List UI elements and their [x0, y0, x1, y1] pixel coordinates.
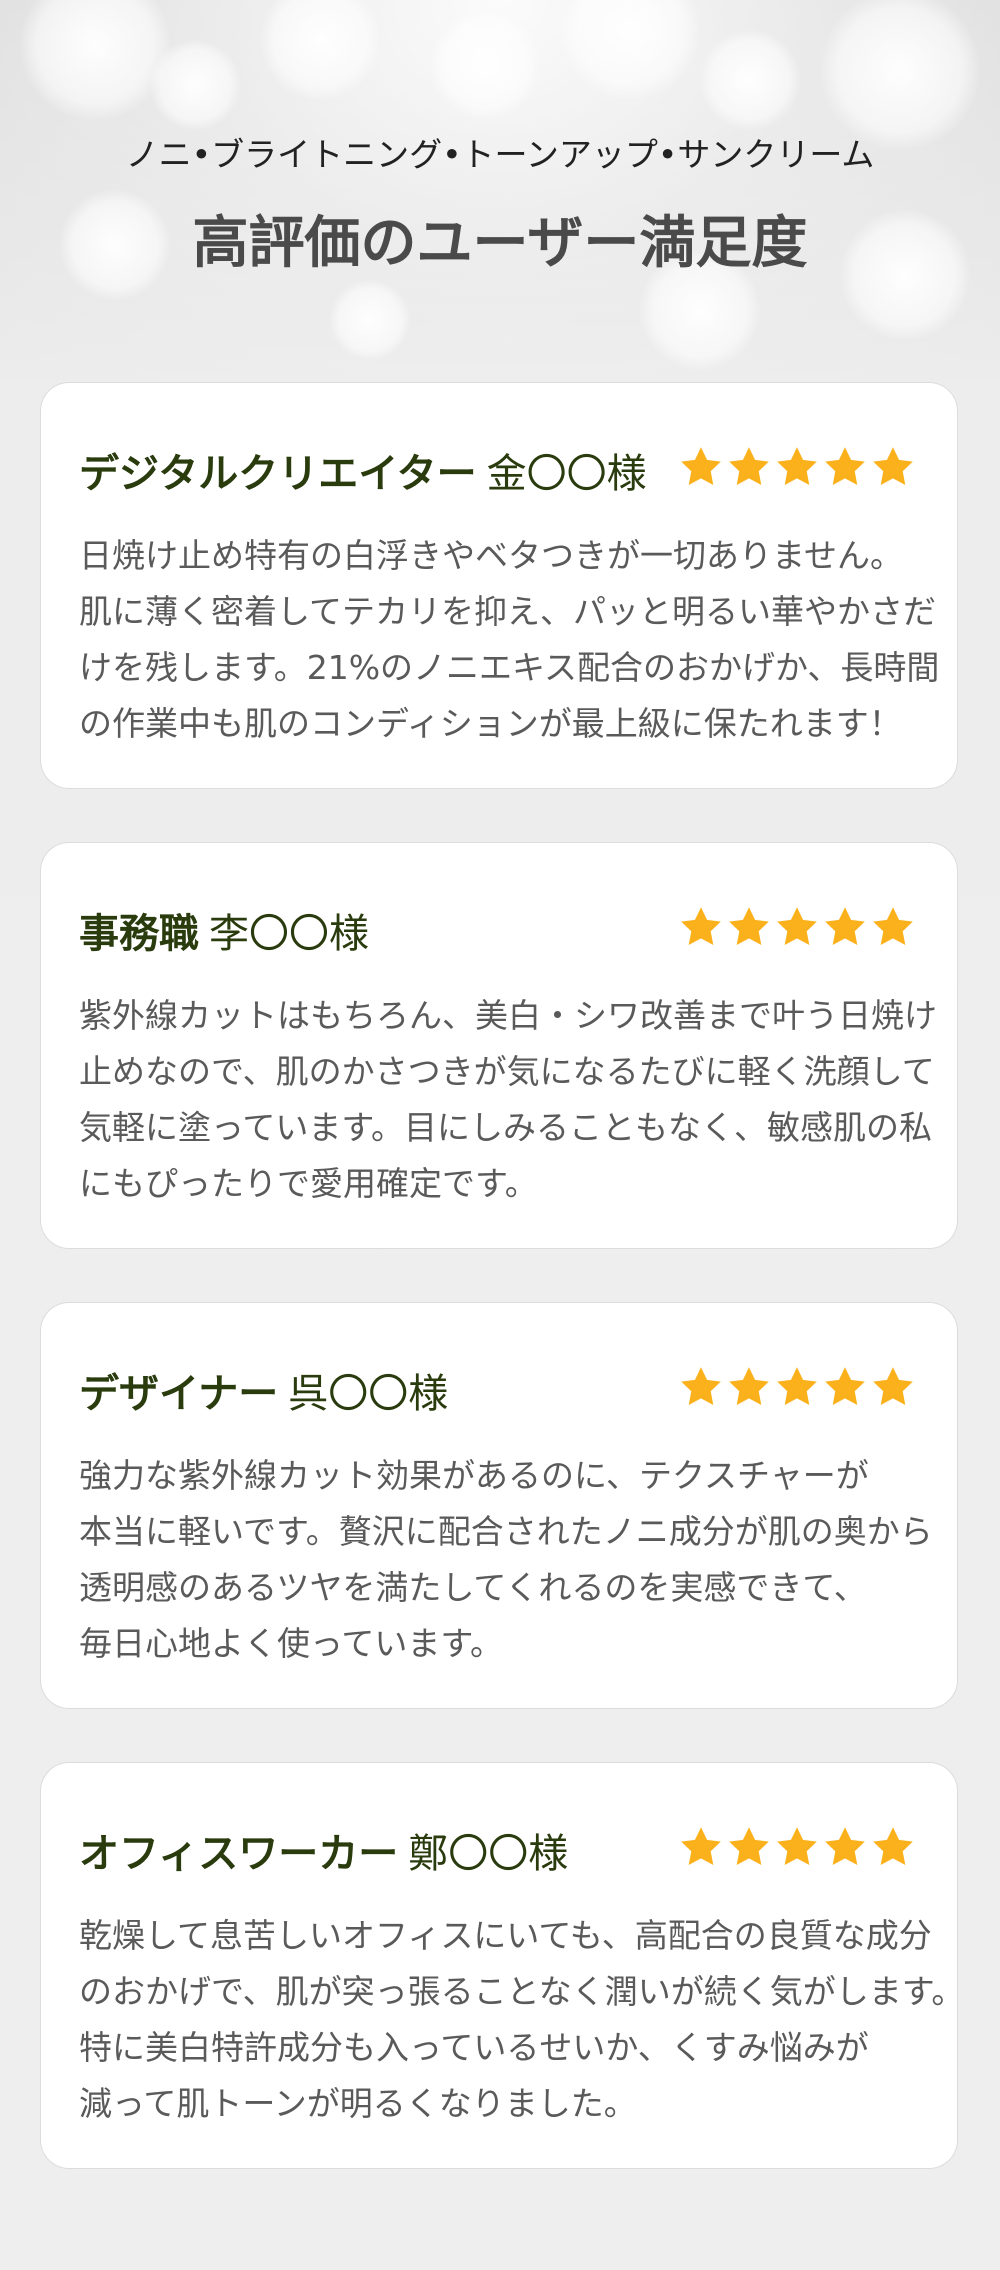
hero-banner: ノニ•ブライトニング•トーンアップ•サンクリーム 高評価のユーザー満足度	[0, 0, 1000, 380]
review-line: 透明感のあるツヤを満たしてくれるのを実感できて、	[79, 1568, 867, 1607]
bokeh-light	[260, 0, 380, 100]
star-icon	[825, 447, 865, 485]
review-line: 毎日心地よく使っています。	[79, 1624, 504, 1663]
star-icon	[825, 1367, 865, 1405]
star-icon	[777, 907, 817, 945]
reviewer-role: オフィスワーカー	[79, 1831, 399, 1877]
reviewer-role: デザイナー	[79, 1371, 279, 1417]
star-icon	[729, 1367, 769, 1405]
star-icon	[681, 1827, 721, 1865]
review-line: 乾燥して息苦しいオフィスにいても、高配合の良質な成分	[79, 1916, 932, 1955]
star-icon	[825, 907, 865, 945]
review-line: けを残します。21%のノニエキス配合のおかげか、長時間	[79, 648, 940, 687]
reviewer-name: 呉〇〇様	[288, 1371, 449, 1417]
review-line: 強力な紫外線カット効果があるのに、テクスチャーが	[79, 1456, 869, 1495]
star-icon	[873, 447, 913, 485]
reviewer-heading: オフィスワーカー 鄭〇〇様	[79, 1821, 568, 1879]
star-icon	[873, 907, 913, 945]
review-text: 乾燥して息苦しいオフィスにいても、高配合の良質な成分 のおかげで、肌が突っ張るこ…	[79, 1908, 965, 2132]
reviewer-role: デジタルクリエイター	[79, 451, 477, 497]
reviewer-role: 事務職	[79, 911, 199, 957]
star-icon	[873, 1827, 913, 1865]
review-line: 減って肌トーンが明るくなりました。	[79, 2084, 637, 2123]
bokeh-light	[20, 0, 170, 120]
review-card: 事務職 李〇〇様 紫外線カットはもちろん、美白・シワ改善まで叶う日焼け 止めなので…	[41, 843, 957, 1248]
star-icon	[729, 907, 769, 945]
review-line: 止めなので、肌のかさつきが気になるたびに軽く洗顔して	[79, 1052, 935, 1091]
star-rating	[679, 1365, 915, 1409]
review-text: 日焼け止め特有の白浮きやベタつきが一切ありません。 肌に薄く密着してテカリを抑え…	[79, 528, 940, 752]
review-line: のおかげで、肌が突っ張ることなく潤いが続く気がします。	[79, 1972, 965, 2011]
star-icon	[777, 1367, 817, 1405]
star-rating	[679, 1825, 915, 1869]
review-line: 肌に薄く密着してテカリを抑え、パッと明るい華やかさだ	[79, 592, 937, 631]
star-icon	[777, 447, 817, 485]
bokeh-light	[700, 30, 800, 130]
reviewer-heading: デザイナー 呉〇〇様	[79, 1361, 448, 1419]
reviewer-name: 李〇〇様	[209, 911, 369, 957]
review-line: 紫外線カットはもちろん、美白・シワ改善まで叶う日焼け	[79, 996, 937, 1035]
bokeh-light	[430, 10, 540, 120]
star-icon	[681, 907, 721, 945]
review-card: デジタルクリエイター 金〇〇様 日焼け止め特有の白浮きやベタつきが一切ありません。…	[41, 383, 957, 788]
star-icon	[777, 1827, 817, 1865]
star-icon	[873, 1367, 913, 1405]
bokeh-light	[150, 40, 240, 130]
review-line: 特に美白特許成分も入っているせいか、くすみ悩みが	[79, 2028, 869, 2067]
star-icon	[681, 1367, 721, 1405]
review-text: 紫外線カットはもちろん、美白・シワ改善まで叶う日焼け 止めなので、肌のかさつきが…	[79, 988, 937, 1212]
reviewer-name: 鄭〇〇様	[408, 1831, 569, 1877]
reviewer-name: 金〇〇様	[486, 451, 647, 497]
product-subtitle: ノニ•ブライトニング•トーンアップ•サンクリーム	[125, 135, 875, 174]
review-text: 強力な紫外線カット効果があるのに、テクスチャーが 本当に軽いです。贅沢に配合され…	[79, 1448, 933, 1672]
reviewer-heading: 事務職 李〇〇様	[79, 901, 369, 959]
page-title: 高評価のユーザー満足度	[192, 211, 808, 276]
review-card: デザイナー 呉〇〇様 強力な紫外線カット効果があるのに、テクスチャーが 本当に軽い…	[41, 1303, 957, 1708]
bokeh-light	[560, 0, 700, 100]
star-icon	[681, 447, 721, 485]
reviewer-heading: デジタルクリエイター 金〇〇様	[79, 441, 647, 499]
star-icon	[729, 1827, 769, 1865]
review-line: 日焼け止め特有の白浮きやベタつきが一切ありません。	[79, 536, 904, 575]
review-line: 本当に軽いです。贅沢に配合されたノニ成分が肌の奥から	[79, 1512, 933, 1551]
review-card: オフィスワーカー 鄭〇〇様 乾燥して息苦しいオフィスにいても、高配合の良質な成分 …	[41, 1763, 965, 2168]
review-line: の作業中も肌のコンディションが最上級に保たれます！	[79, 704, 902, 743]
star-icon	[729, 447, 769, 485]
review-line: にもぴったりで愛用確定です。	[79, 1164, 538, 1203]
review-page: ノニ•ブライトニング•トーンアップ•サンクリーム 高評価のユーザー満足度 デジタ…	[0, 0, 1000, 2270]
star-icon	[825, 1827, 865, 1865]
star-rating	[679, 905, 915, 949]
bokeh-light	[330, 280, 410, 360]
review-line: 気軽に塗っています。目にしみることもなく、敏感肌の私	[79, 1108, 933, 1147]
star-rating	[679, 445, 915, 489]
